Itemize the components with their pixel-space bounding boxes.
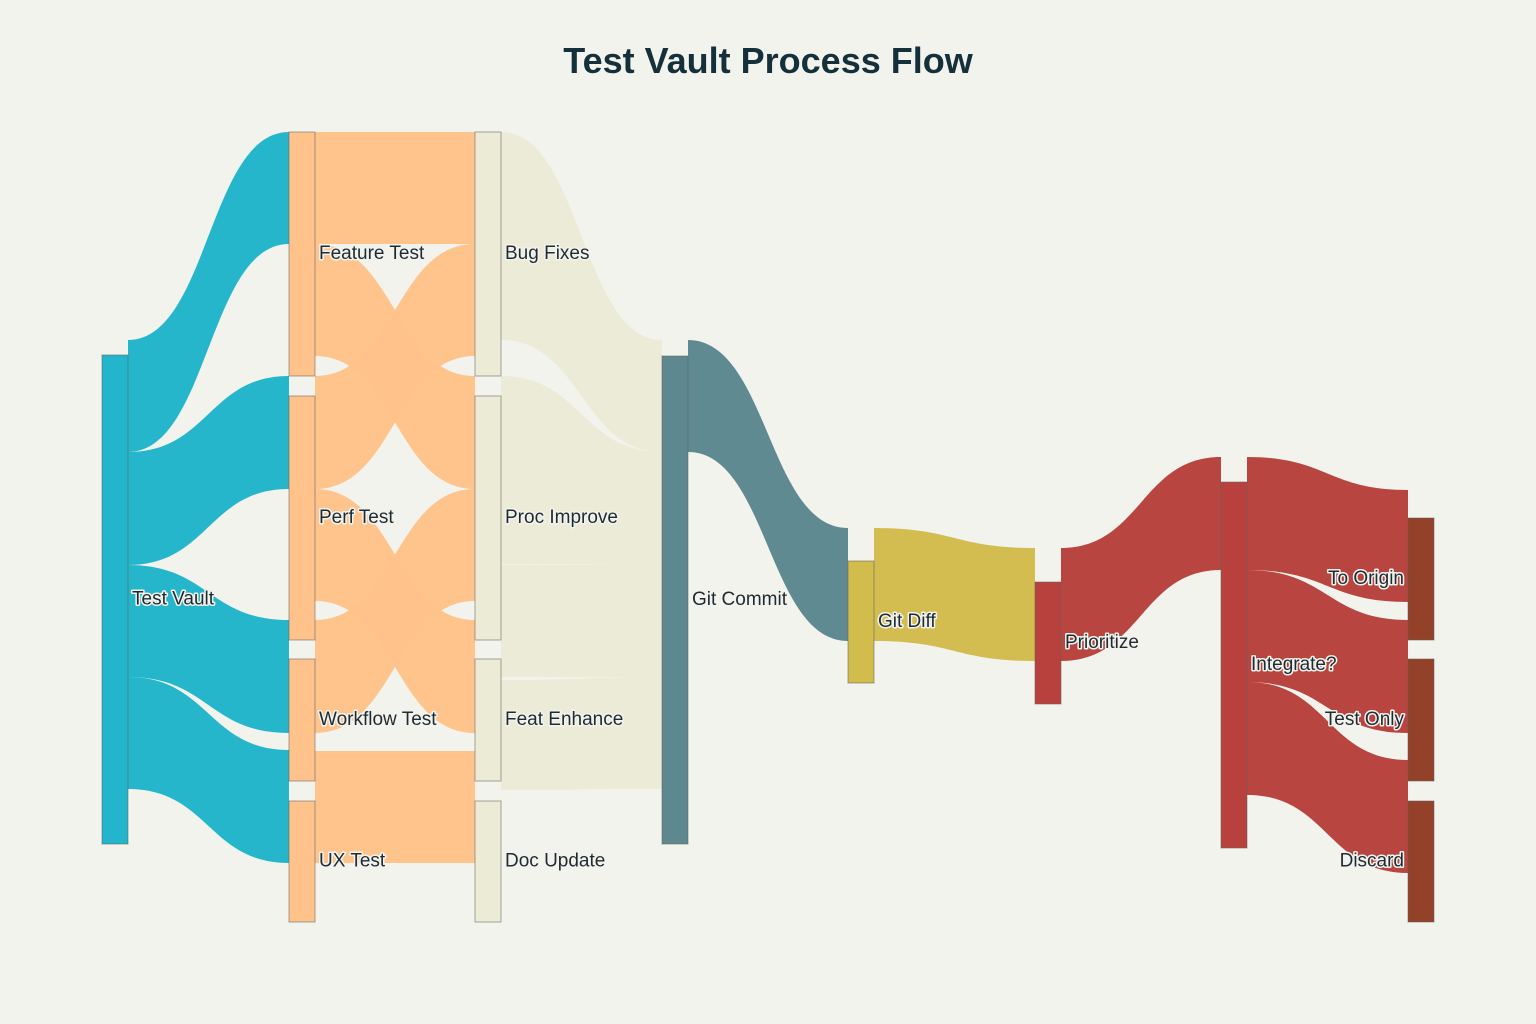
link-git_diff-to-prioritize <box>874 528 1035 661</box>
node-to-origin[interactable] <box>1407 517 1435 641</box>
node-workflow-test[interactable] <box>288 658 316 782</box>
node-label-workflow-test: Workflow Test <box>319 709 437 730</box>
node-label-perf-test: Perf Test <box>319 507 394 528</box>
node-proc-improve[interactable] <box>474 395 502 641</box>
node-feature-test[interactable] <box>288 131 316 377</box>
node-label-integrate: Integrate? <box>1251 654 1337 675</box>
node-prioritize[interactable] <box>1034 581 1062 705</box>
node-test-vault[interactable] <box>101 354 129 845</box>
node-label-test-only: Test Only <box>1325 709 1405 730</box>
node-git-commit[interactable] <box>661 355 689 845</box>
node-label-git-diff: Git Diff <box>878 611 936 632</box>
node-feat-enhance[interactable] <box>474 658 502 782</box>
node-label-git-commit: Git Commit <box>692 589 788 610</box>
sankey-stage: Test Vault Process Flow Test Vault Featur… <box>0 0 1536 1024</box>
node-bug-fixes[interactable] <box>474 131 502 377</box>
node-label-test-vault: Test Vault <box>132 589 215 610</box>
node-label-proc-improve: Proc Improve <box>505 507 618 528</box>
link-feat_enhance-to-git_commit <box>501 565 662 677</box>
node-perf-test[interactable] <box>288 395 316 641</box>
node-label-discard: Discard <box>1340 851 1404 872</box>
node-label-ux-test: UX Test <box>319 851 386 872</box>
node-label-feature-test: Feature Test <box>319 243 425 264</box>
node-integrate[interactable] <box>1220 481 1248 849</box>
sankey-diagram: Test Vault Feature Test Perf Test Workflow … <box>101 131 1435 923</box>
link-prioritize-to-integrate <box>1061 457 1221 661</box>
node-test-only[interactable] <box>1407 658 1435 782</box>
node-label-prioritize: Prioritize <box>1065 632 1139 653</box>
node-label-to-origin: To Origin <box>1328 568 1404 589</box>
node-label-feat-enhance: Feat Enhance <box>505 709 623 730</box>
link-feature_test-to-bug_fixes <box>315 132 475 244</box>
node-doc-update[interactable] <box>474 800 502 923</box>
node-ux-test[interactable] <box>288 800 316 923</box>
node-label-bug-fixes: Bug Fixes <box>505 243 589 264</box>
link-doc_update-to-git_commit <box>501 677 662 790</box>
node-git-diff[interactable] <box>847 560 875 684</box>
link-ux_test-to-doc_update <box>315 751 475 863</box>
node-discard[interactable] <box>1407 800 1435 923</box>
node-label-doc-update: Doc Update <box>505 851 605 872</box>
